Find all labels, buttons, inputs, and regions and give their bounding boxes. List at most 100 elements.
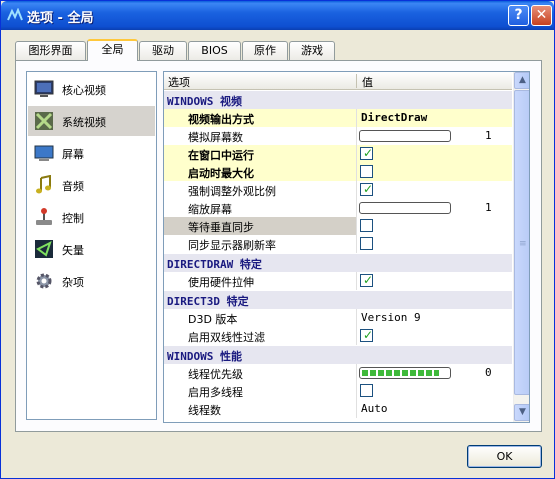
ok-button[interactable]: OK [467,445,542,468]
option-value[interactable]: DirectDraw [361,111,427,124]
section-header: WINDOWS 性能 [164,346,512,364]
joystick-icon [36,208,52,225]
tab-drivers[interactable]: 驱动 [139,41,187,60]
tab-gui[interactable]: 图形界面 [15,41,86,60]
window-title: 选项 - 全局 [27,11,94,26]
option-row-d3d-version[interactable]: D3D 版本 Version 9 [164,309,512,327]
wait-vsync-checkbox[interactable] [360,219,373,232]
tab-games[interactable]: 游戏 [289,41,335,60]
option-name: 等待垂直同步 [188,221,254,234]
option-row-bilinear-filter[interactable]: 启用双线性过滤 ✓ [164,327,512,345]
column-divider[interactable] [356,74,357,88]
checkmark-icon: ✓ [363,182,374,196]
tab-original[interactable]: 原作 [242,41,288,60]
screen-icon [34,145,54,161]
option-name: 线程数 [188,404,221,417]
priority-slider[interactable] [359,367,451,379]
option-value: 1 [485,201,492,214]
prescale-slider[interactable] [359,202,451,214]
sidebar-item-label: 控制 [62,212,84,225]
vector-icon [35,240,53,258]
monitor-icon [34,80,54,97]
sidebar-item-controls[interactable]: 控制 [28,202,155,232]
option-name: 同步显示器刷新率 [188,239,276,252]
sidebar-item-misc[interactable]: 杂项 [28,266,155,296]
option-row-screens[interactable]: 模拟屏幕数 1 [164,127,512,145]
bilinear-filter-checkbox[interactable]: ✓ [360,328,373,342]
priority-level-fill [362,370,439,376]
option-row-sync-refresh[interactable]: 同步显示器刷新率 [164,235,512,253]
option-value[interactable]: Auto [361,402,388,415]
section-header: DIRECTDRAW 特定 [164,254,512,272]
gear-icon [36,273,52,289]
scroll-up-button[interactable]: ▲ [514,72,529,89]
option-row-prescale[interactable]: 缩放屏幕 1 [164,199,512,217]
sidebar-item-core-video[interactable]: 核心视频 [28,74,155,104]
option-name: 启用多线程 [188,386,243,399]
column-header-value[interactable]: 值 [362,74,373,90]
sidebar-item-screen[interactable]: 屏幕 [28,138,155,168]
grid-line [356,145,357,163]
checkmark-icon: ✓ [363,146,374,160]
option-value[interactable]: Version 9 [361,311,421,324]
option-value: 0 [485,366,492,379]
grid-line [356,217,357,235]
maximize-checkbox[interactable] [360,165,373,178]
option-row-video-output[interactable]: 视频输出方式 DirectDraw [164,109,512,127]
tab-panel: 核心视频 系统视频 屏幕 音频 控制 矢量 杂项 选项 值 WINDOWS 视频… [15,60,542,432]
sidebar-item-system-video[interactable]: 系统视频 [28,106,155,136]
option-row-wait-vsync[interactable]: 等待垂直同步 [164,217,512,235]
grid-line [356,109,357,127]
hw-stretch-checkbox[interactable]: ✓ [360,273,373,287]
sidebar-item-label: 屏幕 [62,148,84,161]
option-row-maximize[interactable]: 启动时最大化 [164,163,512,181]
grid-line [356,327,357,345]
option-name: 在窗口中运行 [188,149,254,162]
option-name: 启动时最大化 [188,167,254,180]
grid-line [356,400,357,418]
section-title: WINDOWS 视频 [167,95,242,108]
sidebar-item-label: 矢量 [62,244,84,257]
option-name: D3D 版本 [188,313,238,326]
sidebar-item-label: 核心视频 [62,84,106,97]
options-window: 选项 - 全局 ? ✕ 图形界面 全局 驱动 BIOS 原作 游戏 核心视频 系… [0,0,555,479]
option-row-num-threads[interactable]: 线程数 Auto [164,400,512,418]
option-row-hw-stretch[interactable]: 使用硬件拉伸 ✓ [164,272,512,290]
tab-bios[interactable]: BIOS [188,41,241,60]
option-row-multithreading[interactable]: 启用多线程 [164,382,512,400]
screens-slider[interactable] [359,130,451,142]
grid-line [356,199,357,217]
help-button[interactable]: ? [508,5,529,26]
sidebar-item-vector[interactable]: 矢量 [28,234,155,264]
option-name: 使用硬件拉伸 [188,276,254,289]
tab-global[interactable]: 全局 [87,39,138,61]
multithreading-checkbox[interactable] [360,384,373,397]
sync-refresh-checkbox[interactable] [360,237,373,250]
grid-header: 选项 值 [164,72,512,90]
system-video-icon [35,112,53,130]
sidebar-item-label: 系统视频 [62,116,106,129]
option-name: 缩放屏幕 [188,203,232,216]
keep-aspect-checkbox[interactable]: ✓ [360,182,374,196]
scroll-thumb[interactable]: ≡ [514,90,529,395]
option-name: 线程优先级 [188,368,243,381]
windowed-checkbox[interactable]: ✓ [360,146,374,160]
grid-line [356,127,357,145]
option-name: 强制调整外观比例 [188,185,276,198]
column-header-option[interactable]: 选项 [168,74,190,90]
close-button[interactable]: ✕ [531,5,552,26]
option-name: 视频输出方式 [188,113,254,126]
sidebar-item-audio[interactable]: 音频 [28,170,155,200]
app-logo-icon [7,8,23,21]
sidebar-item-label: 杂项 [62,276,84,289]
vertical-scrollbar[interactable]: ▲ ≡ ▼ [513,72,529,422]
option-row-windowed[interactable]: 在窗口中运行 ✓ [164,145,512,163]
option-row-keep-aspect[interactable]: 强制调整外观比例 ✓ [164,181,512,199]
title-bar[interactable]: 选项 - 全局 ? ✕ [1,1,554,30]
grid-line [356,235,357,253]
category-list: 核心视频 系统视频 屏幕 音频 控制 矢量 杂项 [26,71,157,420]
section-header: DIRECT3D 特定 [164,291,512,309]
scroll-down-button[interactable]: ▼ [514,404,529,421]
option-name: 模拟屏幕数 [188,131,243,144]
option-row-thread-priority[interactable]: 线程优先级 0 [164,364,512,382]
